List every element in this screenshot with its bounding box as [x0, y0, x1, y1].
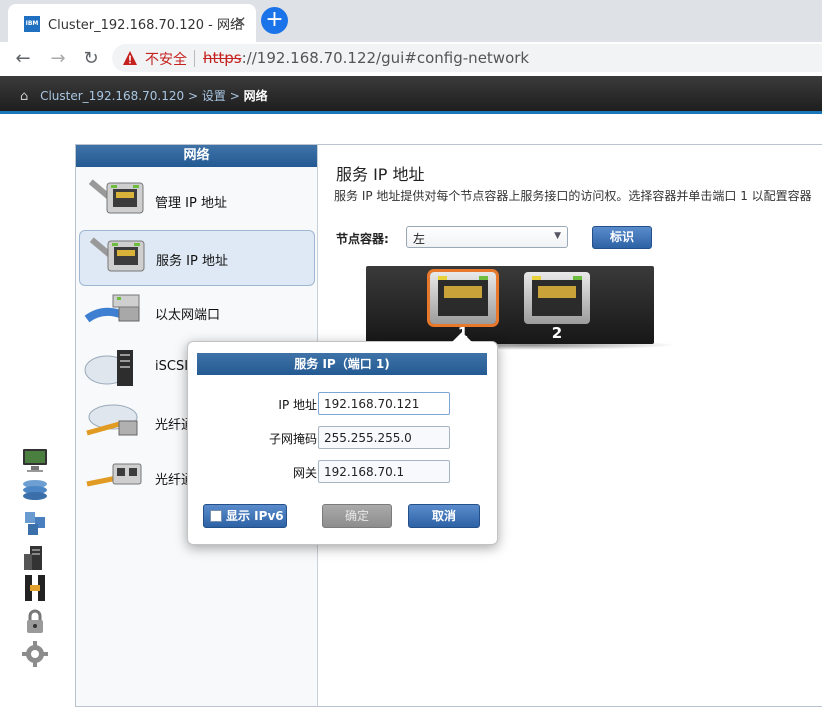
- address-bar: ← → ↻ 不安全 https://192.168.70.122/gui#con…: [0, 42, 822, 76]
- ibm-favicon-icon: IBM: [24, 16, 40, 32]
- sidebar-item-label: 以太网端口: [155, 308, 221, 323]
- iscsi-icon: [84, 350, 133, 386]
- browser-tab[interactable]: IBM Cluster_192.168.70.120 - 网络 ✕: [8, 4, 256, 42]
- dialog-title: 服务 IP（端口 1): [197, 353, 487, 375]
- checkbox-icon[interactable]: [210, 510, 222, 522]
- show-ipv6-label: 显示 IPv6: [226, 509, 284, 523]
- volumes-icon[interactable]: [20, 510, 50, 538]
- access-lock-icon[interactable]: [20, 608, 50, 636]
- url-path: ://192.168.70.122/gui#config-network: [241, 49, 530, 67]
- back-arrow-icon[interactable]: ←: [10, 46, 36, 72]
- url-text[interactable]: https://192.168.70.122/gui#config-networ…: [203, 49, 529, 67]
- sidebar-item-ethernet-ports[interactable]: 以太网端口: [79, 285, 315, 341]
- identify-button[interactable]: 标识: [592, 226, 652, 249]
- subnet-mask-row: 子网掩码: [188, 426, 499, 450]
- sidebar-item-label: iSCSI: [155, 359, 189, 374]
- gateway-field[interactable]: [318, 460, 450, 483]
- show-ipv6-toggle[interactable]: 显示 IPv6: [203, 504, 287, 528]
- node-canister-value: 左: [413, 232, 426, 246]
- breadcrumb-settings[interactable]: 设置: [202, 89, 226, 103]
- subnet-mask-label: 子网掩码: [268, 432, 317, 446]
- forward-arrow-icon[interactable]: →: [45, 46, 71, 72]
- node-canister-label: 节点容器:: [336, 232, 389, 246]
- ethernet-port-icon: [532, 276, 582, 316]
- breadcrumb-cluster[interactable]: Cluster_192.168.70.120: [40, 89, 184, 103]
- node-canister-select[interactable]: 左 ▼: [406, 226, 568, 248]
- sidebar-item-label: 管理 IP 地址: [155, 196, 227, 211]
- ip-address-row: IP 地址: [188, 392, 499, 416]
- new-tab-button[interactable]: +: [261, 7, 288, 34]
- copy-services-icon[interactable]: [20, 574, 50, 602]
- chevron-down-icon: ▼: [554, 231, 561, 241]
- sidebar-item-management-ip[interactable]: 管理 IP 地址: [79, 173, 315, 229]
- fibre-channel-port-icon: [86, 463, 142, 487]
- tab-title: Cluster_192.168.70.120 - 网络: [48, 18, 243, 33]
- breadcrumb-separator: >: [229, 89, 240, 103]
- node-canister-graphic: 1 2: [366, 266, 654, 344]
- hosts-icon[interactable]: [20, 544, 50, 572]
- subnet-mask-field[interactable]: [318, 426, 450, 449]
- cancel-button[interactable]: 取消: [408, 504, 480, 528]
- service-ip-icon: [89, 237, 145, 272]
- ip-address-field[interactable]: [318, 392, 450, 415]
- fibre-channel-icon: [86, 404, 138, 436]
- home-icon[interactable]: ⌂: [20, 89, 28, 104]
- dialog-pointer: [452, 332, 472, 342]
- sidebar-item-service-ip[interactable]: 服务 IP 地址: [79, 230, 315, 286]
- divider: [194, 50, 195, 67]
- ok-button[interactable]: 确定: [322, 504, 392, 528]
- url-protocol: https: [203, 49, 242, 67]
- breadcrumb-separator: >: [187, 89, 199, 103]
- port-2[interactable]: [524, 272, 590, 324]
- ip-address-label: IP 地址: [278, 398, 317, 412]
- close-tab-icon[interactable]: ✕: [234, 13, 247, 31]
- breadcrumb: ⌂ Cluster_192.168.70.120 > 设置 > 网络: [20, 87, 268, 104]
- management-ip-icon: [88, 179, 144, 214]
- monitoring-icon[interactable]: [20, 446, 50, 474]
- page-title: 服务 IP 地址: [336, 165, 425, 184]
- pools-icon[interactable]: [20, 476, 50, 504]
- url-field[interactable]: 不安全 https://192.168.70.122/gui#config-ne…: [112, 44, 822, 72]
- sidebar-title: 网络: [76, 145, 317, 167]
- gateway-row: 网关: [188, 460, 499, 484]
- port-2-label: 2: [551, 324, 563, 342]
- gateway-label: 网关: [292, 466, 317, 480]
- breadcrumb-network: 网络: [243, 89, 268, 103]
- sidebar-item-label: 服务 IP 地址: [156, 254, 228, 269]
- ethernet-port-icon: [84, 294, 140, 323]
- app-header: ⌂ Cluster_192.168.70.120 > 设置 > 网络: [0, 76, 822, 114]
- reload-icon[interactable]: ↻: [78, 46, 104, 72]
- security-label[interactable]: 不安全: [145, 49, 187, 69]
- warning-icon: [123, 51, 137, 65]
- port-1[interactable]: [430, 272, 496, 324]
- ethernet-port-icon: [438, 276, 488, 316]
- page-description: 服务 IP 地址提供对每个节点容器上服务接口的访问权。选择容器并单击端口 1 以…: [334, 189, 812, 203]
- browser-tabstrip: IBM Cluster_192.168.70.120 - 网络 ✕ +: [0, 0, 822, 42]
- settings-gear-icon[interactable]: [20, 640, 50, 668]
- service-ip-dialog: 服务 IP（端口 1) IP 地址 子网掩码 网关 显示 IPv6 确定 取消: [187, 332, 499, 545]
